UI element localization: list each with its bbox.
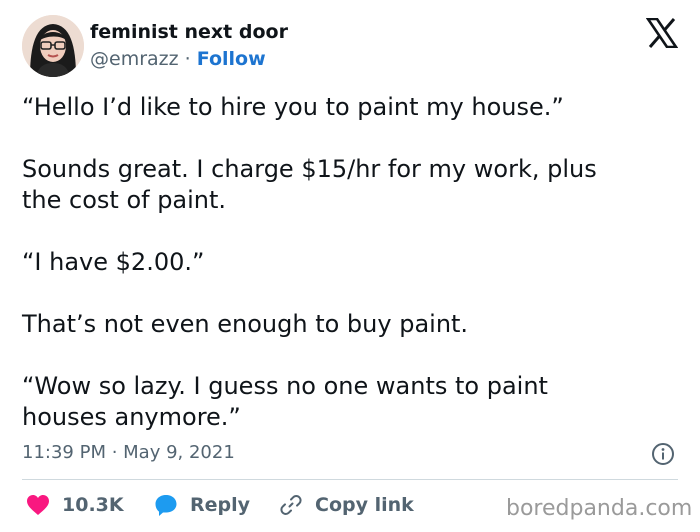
- copy-link-label: Copy link: [315, 494, 414, 516]
- tweet-timestamp[interactable]: 11:39 PM · May 9, 2021: [22, 442, 235, 463]
- watermark: boredpanda.com: [506, 496, 693, 521]
- link-icon: [280, 495, 302, 515]
- reply-button[interactable]: Reply: [154, 490, 250, 520]
- tweet-paragraph: “I have $2.00.”: [22, 248, 205, 276]
- like-button[interactable]: 10.3K: [26, 490, 124, 520]
- copy-link-button[interactable]: Copy link: [279, 490, 414, 520]
- divider: [22, 479, 678, 480]
- reply-label: Reply: [190, 494, 251, 516]
- like-count: 10.3K: [62, 494, 124, 516]
- info-icon[interactable]: [651, 442, 675, 466]
- tweet-paragraph: “Wow so lazy. I guess no one wants to pa…: [22, 372, 548, 431]
- heart-icon: [27, 495, 49, 515]
- follow-button[interactable]: Follow: [197, 48, 266, 70]
- author-handle[interactable]: @emrazz: [90, 48, 179, 70]
- author-display-name[interactable]: feminist next door: [90, 21, 288, 43]
- x-logo-icon[interactable]: [645, 17, 679, 49]
- tweet-paragraph: Sounds great. I charge $15/hr for my wor…: [22, 155, 597, 214]
- reply-bubble-icon: [155, 495, 177, 516]
- tweet-paragraph: “Hello I’d like to hire you to paint my …: [22, 93, 564, 121]
- avatar[interactable]: [22, 15, 84, 77]
- tweet-text: “Hello I’d like to hire you to paint my …: [22, 92, 682, 464]
- tweet-paragraph: That’s not even enough to buy paint.: [22, 310, 469, 338]
- author-handle-row: @emrazz · Follow: [90, 48, 266, 70]
- handle-separator: ·: [184, 48, 191, 70]
